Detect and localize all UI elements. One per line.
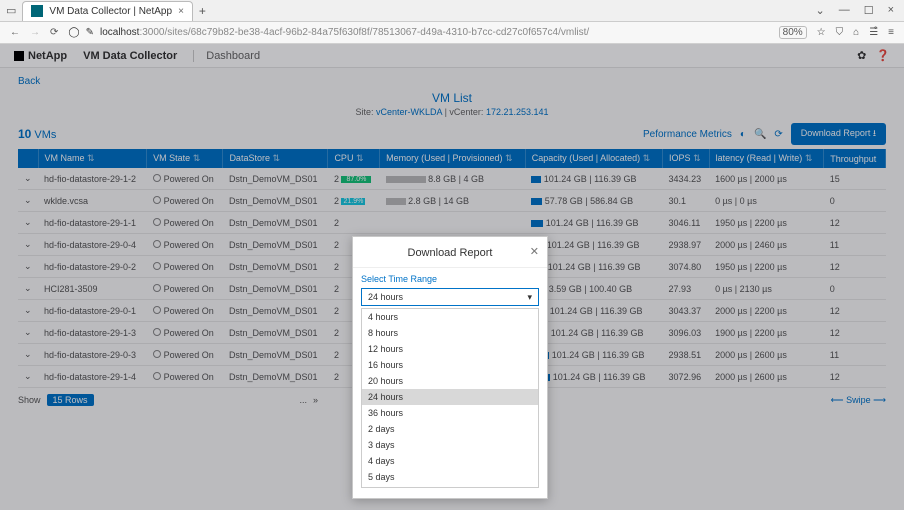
time-range-option[interactable]: 8 hours <box>362 325 538 341</box>
close-tab-icon[interactable]: × <box>178 6 184 17</box>
time-range-option[interactable]: 36 hours <box>362 405 538 421</box>
time-range-option[interactable]: 6 days <box>362 485 538 488</box>
time-range-dropdown: 4 hours8 hours12 hours16 hours20 hours24… <box>361 308 539 488</box>
hamburger-icon[interactable]: ≡ <box>888 27 894 38</box>
browser-tabstrip: ▭ VM Data Collector | NetApp × + ⌄ — ☐ × <box>0 0 904 22</box>
close-window-icon[interactable]: × <box>888 4 894 17</box>
favicon-icon <box>31 5 43 17</box>
browser-tab[interactable]: VM Data Collector | NetApp × <box>22 1 193 21</box>
zoom-level[interactable]: 80% <box>779 26 807 39</box>
download-report-modal: Download Report ✕ Select Time Range 24 h… <box>352 236 548 499</box>
time-range-option[interactable]: 20 hours <box>362 373 538 389</box>
extension-icon[interactable]: ⌂ <box>853 27 859 38</box>
time-range-option[interactable]: 5 days <box>362 469 538 485</box>
maximize-icon[interactable]: ☐ <box>864 4 874 17</box>
address-bar: ← → ⟳ ◯ ✎ localhost:3000/sites/68c79b82-… <box>0 22 904 44</box>
url-text[interactable]: localhost:3000/sites/68c79b82-be38-4acf-… <box>100 27 589 38</box>
forward-icon[interactable]: → <box>30 27 40 38</box>
chevron-down-icon: ▾ <box>527 292 532 303</box>
star-icon[interactable]: ☆ <box>817 27 826 38</box>
time-range-option[interactable]: 24 hours <box>362 389 538 405</box>
time-range-label: Select Time Range <box>361 274 539 284</box>
window-controls: ⌄ — ☐ × <box>815 4 904 17</box>
pocket-icon[interactable]: ⛉ <box>836 27 844 38</box>
back-icon[interactable]: ← <box>10 27 20 38</box>
chevron-down-icon[interactable]: ⌄ <box>815 4 824 17</box>
time-range-option[interactable]: 12 hours <box>362 341 538 357</box>
modal-close-icon[interactable]: ✕ <box>530 245 539 258</box>
time-range-option[interactable]: 3 days <box>362 437 538 453</box>
time-range-value: 24 hours <box>368 292 403 302</box>
shield-icon[interactable]: ◯ <box>68 27 79 38</box>
time-range-option[interactable]: 16 hours <box>362 357 538 373</box>
time-range-select[interactable]: 24 hours ▾ <box>361 288 539 306</box>
lock-icon[interactable]: ✎ <box>86 27 94 38</box>
time-range-option[interactable]: 4 hours <box>362 309 538 325</box>
reload-icon[interactable]: ⟳ <box>50 27 58 38</box>
app-menu-icon[interactable]: ▭ <box>6 4 16 17</box>
time-range-option[interactable]: 2 days <box>362 421 538 437</box>
new-tab-button[interactable]: + <box>199 4 206 18</box>
account-icon[interactable]: ☰̊ <box>869 27 878 38</box>
modal-title: Download Report <box>408 247 493 259</box>
time-range-option[interactable]: 4 days <box>362 453 538 469</box>
minimize-icon[interactable]: — <box>839 4 850 17</box>
tab-title: VM Data Collector | NetApp <box>49 6 172 17</box>
